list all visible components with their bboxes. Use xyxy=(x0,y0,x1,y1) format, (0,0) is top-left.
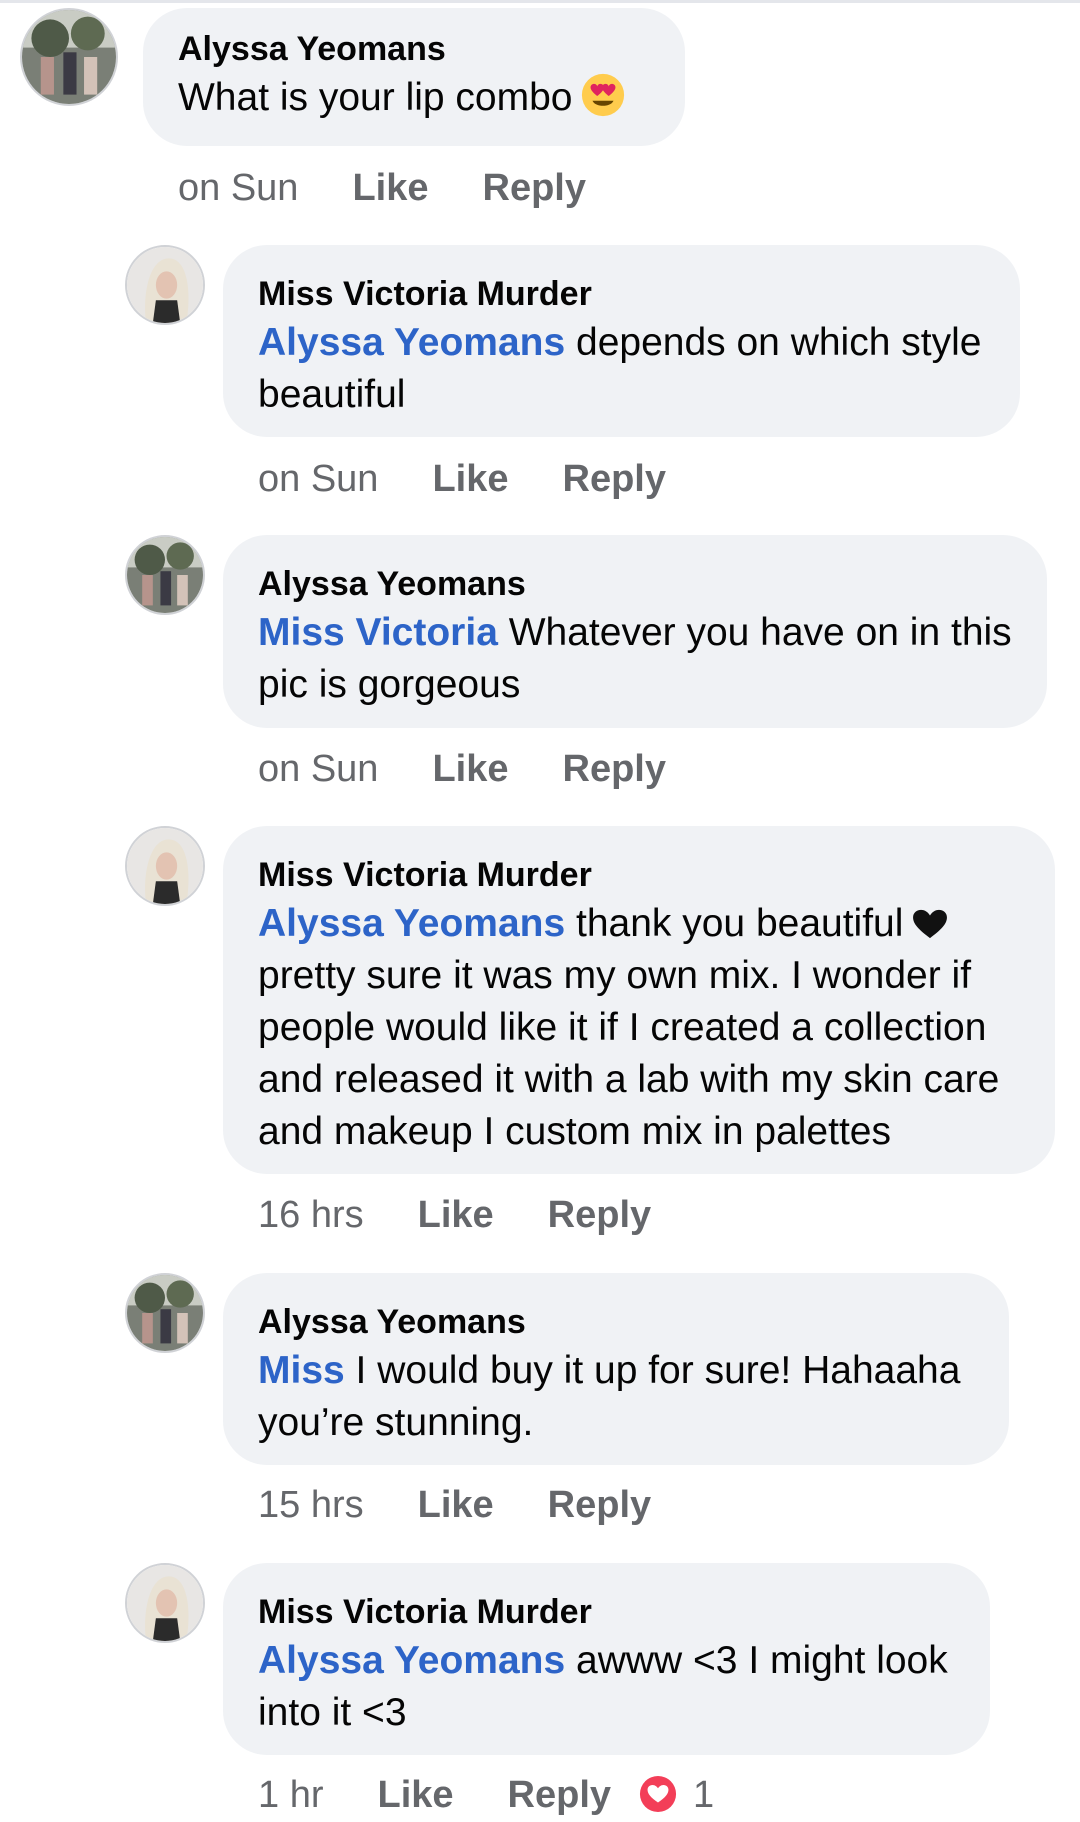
like-button[interactable]: Like xyxy=(418,1194,494,1236)
avatar[interactable] xyxy=(125,826,205,906)
comment-actions: on Sun Like Reply xyxy=(258,747,666,791)
comment-body-continued: pretty sure it was my own mix. I wonder … xyxy=(258,954,1000,1153)
mention-link[interactable]: Miss Victoria xyxy=(258,611,498,654)
comment-time[interactable]: on Sun xyxy=(258,458,378,500)
comment-time[interactable]: on Sun xyxy=(178,167,298,209)
comment-author[interactable]: Miss Victoria Murder xyxy=(258,275,986,313)
heart-eyes-emoji-icon xyxy=(582,73,625,117)
comment-time[interactable]: 1 hr xyxy=(258,1774,323,1816)
comment-actions: on Sun Like Reply xyxy=(258,457,666,501)
comment-bubble: Alyssa Yeomans Miss Victoria Whatever yo… xyxy=(223,535,1047,728)
comment-body: thank you beautiful xyxy=(576,902,904,945)
reply-button[interactable]: Reply xyxy=(548,1484,651,1526)
comment-text: Miss I would buy it up for sure! Hahaaha… xyxy=(258,1345,975,1449)
top-divider xyxy=(0,0,1080,3)
black-heart-icon xyxy=(913,909,948,939)
comment-text: Miss Victoria Whatever you have on in th… xyxy=(258,607,1013,711)
mention-link[interactable]: Alyssa Yeomans xyxy=(258,902,565,945)
reply-button[interactable]: Reply xyxy=(563,748,666,790)
comment-text: Alyssa Yeomans awww <3 I might look into… xyxy=(258,1635,956,1739)
reply-button[interactable]: Reply xyxy=(508,1774,611,1816)
comment-text: Alyssa Yeomans thank you beautiful pretty… xyxy=(258,898,1021,1158)
comment-body: I would buy it up for sure! Hahaaha you’… xyxy=(258,1349,961,1444)
comment-author[interactable]: Miss Victoria Murder xyxy=(258,1593,956,1631)
avatar-photo-icon xyxy=(127,1565,203,1641)
comment-text: Alyssa Yeomans depends on which style be… xyxy=(258,317,986,421)
comment-bubble: Alyssa Yeomans What is your lip combo xyxy=(143,8,685,146)
avatar[interactable] xyxy=(20,8,118,106)
comment-body: What is your lip combo xyxy=(178,76,573,119)
comment-actions: on Sun Like Reply xyxy=(178,166,586,210)
comment-bubble: Miss Victoria Murder Alyssa Yeomans than… xyxy=(223,826,1055,1174)
avatar[interactable] xyxy=(125,245,205,325)
comment-author[interactable]: Alyssa Yeomans xyxy=(258,565,1013,603)
avatar-photo-icon xyxy=(127,537,203,613)
mention-link[interactable]: Alyssa Yeomans xyxy=(258,1639,565,1682)
comment-actions: 1 hr Like Reply 1 xyxy=(258,1773,714,1817)
avatar[interactable] xyxy=(125,1273,205,1353)
avatar-photo-icon xyxy=(127,1275,203,1351)
mention-link[interactable]: Alyssa Yeomans xyxy=(258,321,565,364)
comment-author[interactable]: Miss Victoria Murder xyxy=(258,856,1021,894)
like-button[interactable]: Like xyxy=(377,1774,453,1816)
mention-link[interactable]: Miss xyxy=(258,1349,345,1392)
comment-bubble: Miss Victoria Murder Alyssa Yeomans depe… xyxy=(223,245,1020,437)
comment-bubble: Alyssa Yeomans Miss I would buy it up fo… xyxy=(223,1273,1009,1465)
like-button[interactable]: Like xyxy=(418,1484,494,1526)
like-button[interactable]: Like xyxy=(432,748,508,790)
avatar-photo-icon xyxy=(127,828,203,904)
avatar[interactable] xyxy=(125,1563,205,1643)
reply-button[interactable]: Reply xyxy=(483,167,586,209)
like-button[interactable]: Like xyxy=(352,167,428,209)
reply-button[interactable]: Reply xyxy=(563,458,666,500)
comment-bubble: Miss Victoria Murder Alyssa Yeomans awww… xyxy=(223,1563,990,1755)
reaction-count[interactable]: 1 xyxy=(693,1774,714,1816)
avatar[interactable] xyxy=(125,535,205,615)
avatar-photo-icon xyxy=(22,10,116,104)
avatar-photo-icon xyxy=(127,247,203,323)
comment-actions: 15 hrs Like Reply xyxy=(258,1483,651,1527)
comment-time[interactable]: 16 hrs xyxy=(258,1194,364,1236)
comment-author[interactable]: Alyssa Yeomans xyxy=(178,30,651,68)
reply-button[interactable]: Reply xyxy=(548,1194,651,1236)
comment-text: What is your lip combo xyxy=(178,72,651,124)
comment-author[interactable]: Alyssa Yeomans xyxy=(258,1303,975,1341)
love-reaction-icon[interactable] xyxy=(639,1775,677,1813)
comment-actions: 16 hrs Like Reply xyxy=(258,1193,651,1237)
like-button[interactable]: Like xyxy=(432,458,508,500)
comment-time[interactable]: 15 hrs xyxy=(258,1484,364,1526)
comment-time[interactable]: on Sun xyxy=(258,748,378,790)
